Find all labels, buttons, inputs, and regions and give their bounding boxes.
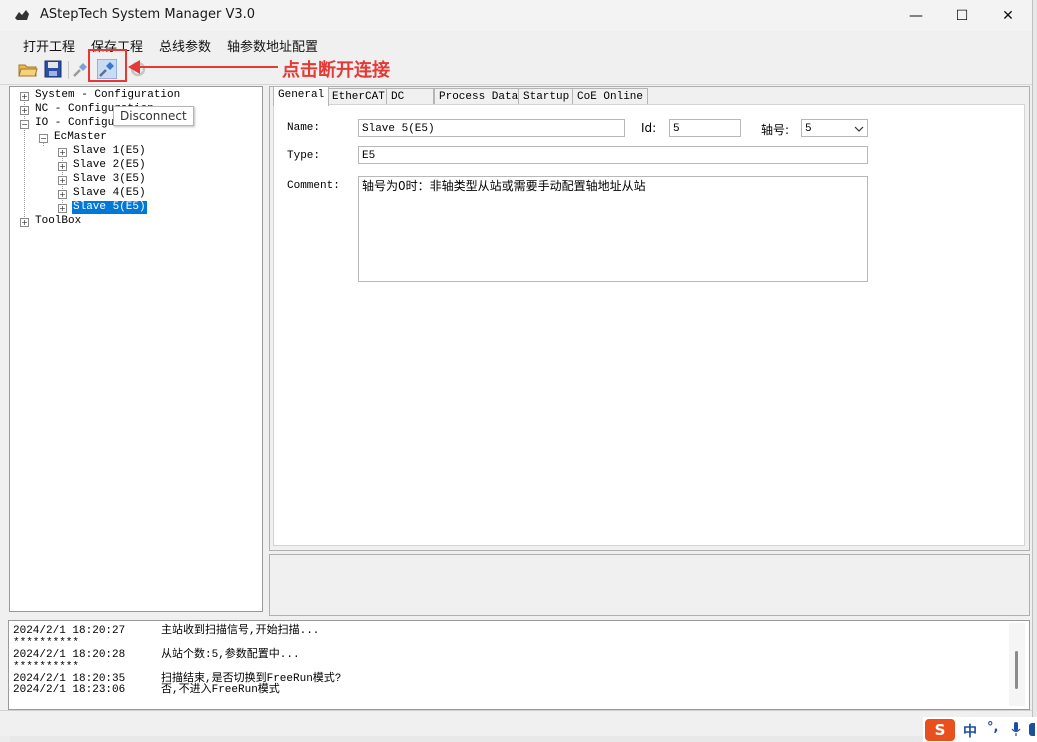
status-bar (0, 710, 1032, 736)
name-field[interactable]: Slave 5(E5) (358, 119, 625, 137)
collapse-toggle-icon[interactable]: − (20, 120, 29, 129)
lower-info-pane (269, 554, 1030, 616)
tab-ethercat[interactable]: EtherCAT (327, 88, 390, 105)
window-title: AStepTech System Manager V3.0 (40, 7, 256, 22)
expand-toggle-icon[interactable]: + (58, 204, 67, 213)
app-window: AStepTech System Manager V3.0 — ☐ ✕ 打开工程… (0, 0, 1033, 736)
disconnect-tooltip: Disconnect (113, 106, 194, 126)
microphone-icon[interactable] (1011, 722, 1021, 737)
annotation-highlight-box (88, 49, 127, 82)
tree-item-slave-2[interactable]: Slave 2(E5) (73, 159, 146, 172)
log-line: ********** (13, 637, 79, 649)
log-line: 2024/2/1 18:20:27 主站收到扫描信号,开始扫描... (13, 625, 319, 637)
title-bar[interactable]: AStepTech System Manager V3.0 — ☐ ✕ (0, 0, 1032, 31)
type-field[interactable]: E5 (358, 146, 868, 164)
tree-item-toolbox[interactable]: ToolBox (35, 215, 81, 228)
log-line: 2024/2/1 18:23:06 否,不进入FreeRun模式 (13, 684, 280, 696)
collapse-toggle-icon[interactable]: − (39, 134, 48, 143)
tree-item-slave-5[interactable]: Slave 5(E5) (72, 201, 147, 214)
app-logo-icon (15, 10, 29, 20)
log-time: 2024/2/1 18:20:27 (13, 625, 126, 637)
log-line: ********** (13, 661, 79, 673)
log-time: ********** (13, 661, 80, 673)
log-time: ********** (13, 637, 80, 649)
tab-coe-online[interactable]: CoE Online (572, 88, 649, 105)
axis-select-value: 5 (805, 123, 812, 135)
id-label: Id: (641, 121, 657, 135)
log-message: 否,不进入FreeRun模式 (161, 684, 280, 696)
chevron-down-icon (854, 126, 864, 132)
toolbar-separator (68, 61, 69, 79)
tab-general[interactable]: General (273, 86, 330, 106)
project-tree[interactable]: + System - Configuration + NC - Configur… (9, 86, 263, 612)
menu-bar: 打开工程 保存工程 总线参数 轴参数地址配置 (0, 32, 1032, 55)
log-message: 主站收到扫描信号,开始扫描... (161, 625, 320, 637)
tab-dc[interactable]: DC (386, 88, 434, 105)
log-panel[interactable]: 2024/2/1 18:20:27 主站收到扫描信号,开始扫描... ******… (8, 620, 1030, 710)
general-tab-body (273, 104, 1025, 546)
tree-item-system-configuration[interactable]: System - Configuration (35, 89, 180, 102)
ime-punctuation[interactable]: °, (987, 720, 998, 735)
annotation-arrow-line (138, 66, 278, 68)
expand-toggle-icon[interactable]: + (20, 92, 29, 101)
toolbar (0, 55, 1032, 85)
menu-bus-params[interactable]: 总线参数 (159, 36, 211, 55)
axis-select[interactable]: 5 (801, 119, 868, 137)
axis-label: 轴号: (761, 123, 790, 137)
menu-open-project[interactable]: 打开工程 (23, 36, 75, 55)
minimize-button[interactable]: — (893, 0, 939, 31)
ime-language[interactable]: 中 (963, 721, 977, 741)
name-label: Name: (287, 122, 321, 134)
type-label: Type: (287, 150, 321, 162)
comment-label: Comment: (287, 180, 340, 192)
tab-process-data[interactable]: Process Data (434, 88, 524, 105)
ime-toolbar[interactable]: S 中 °, (923, 717, 1037, 742)
expand-toggle-icon[interactable]: + (58, 176, 67, 185)
maximize-button[interactable]: ☐ (939, 0, 985, 31)
open-folder-icon[interactable] (18, 59, 38, 79)
expand-toggle-icon[interactable]: + (20, 106, 29, 115)
tab-startup[interactable]: Startup (518, 88, 575, 105)
close-button[interactable]: ✕ (985, 0, 1031, 31)
menu-axis-address-config[interactable]: 轴参数地址配置 (227, 36, 318, 55)
ime-extra-icon[interactable] (1029, 723, 1035, 736)
sogou-logo-icon[interactable]: S (925, 719, 955, 741)
expand-toggle-icon[interactable]: + (58, 148, 67, 157)
comment-textarea[interactable]: 轴号为0时：非轴类型从站或需要手动配置轴地址从站 (358, 176, 868, 282)
tree-item-slave-3[interactable]: Slave 3(E5) (73, 173, 146, 186)
tree-line (24, 97, 25, 223)
id-field[interactable]: 5 (669, 119, 741, 137)
expand-toggle-icon[interactable]: + (20, 218, 29, 227)
tree-item-slave-1[interactable]: Slave 1(E5) (73, 145, 146, 158)
expand-toggle-icon[interactable]: + (58, 162, 67, 171)
log-time: 2024/2/1 18:23:06 (13, 684, 126, 696)
tree-item-slave-4[interactable]: Slave 4(E5) (73, 187, 146, 200)
save-icon[interactable] (43, 59, 63, 79)
log-time: 2024/2/1 18:20:28 (13, 649, 126, 661)
log-line: 2024/2/1 18:20:28 从站个数:5,参数配置中... (13, 649, 300, 661)
log-scrollbar-thumb[interactable] (1015, 651, 1018, 689)
log-message: 从站个数:5,参数配置中... (161, 649, 300, 661)
expand-toggle-icon[interactable]: + (58, 190, 67, 199)
tree-item-ecmaster[interactable]: EcMaster (54, 131, 107, 144)
annotation-label: 点击断开连接 (282, 60, 390, 81)
